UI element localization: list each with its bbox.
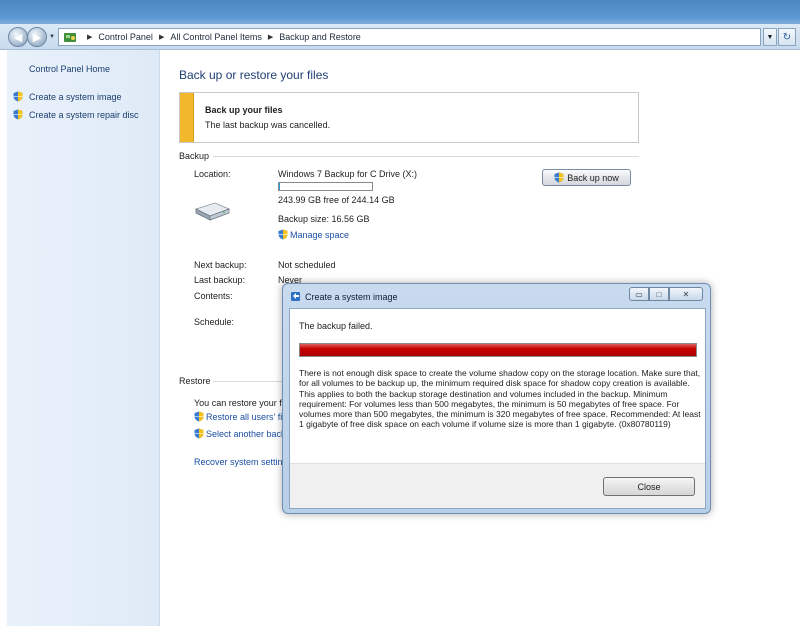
create-repair-disc-link[interactable]: Create a system repair disc — [13, 109, 139, 120]
address-dropdown-icon[interactable]: ▼ — [763, 28, 777, 46]
free-space-text: 243.99 GB free of 244.14 GB — [278, 195, 395, 205]
refresh-icon[interactable]: ↻ — [778, 28, 796, 46]
breadcrumb-separator[interactable]: ▶ — [159, 33, 164, 41]
select-another-backup-label: Select another back — [206, 428, 286, 439]
back-up-now-label: Back up now — [567, 172, 619, 183]
page-title: Back up or restore your files — [179, 68, 329, 82]
backup-failed-message: The backup failed. — [299, 321, 373, 331]
notice-text: The last backup was cancelled. — [205, 120, 331, 130]
create-system-image-label: Create a system image — [29, 91, 122, 102]
create-repair-disc-label: Create a system repair disc — [29, 109, 139, 120]
uac-shield-icon — [13, 91, 23, 102]
recover-system-settings-link[interactable]: Recover system settin — [194, 457, 283, 467]
manage-space-link[interactable]: Manage space — [278, 229, 349, 240]
address-bar-row: ◀ ▶ ▼ ▶ Control Panel ▶ All Control Pane… — [0, 24, 800, 50]
contents-label: Contents: — [194, 291, 233, 301]
create-system-image-dialog: Create a system image ▭ □ ✕ The backup f… — [282, 283, 711, 514]
schedule-label: Schedule: — [194, 317, 235, 327]
maximize-icon[interactable]: □ — [649, 287, 669, 301]
control-panel-icon — [63, 31, 77, 43]
uac-shield-icon — [194, 411, 204, 422]
select-another-backup-link[interactable]: Select another back — [194, 428, 286, 439]
system-image-icon — [290, 291, 301, 304]
back-up-now-button[interactable]: Back up now — [542, 169, 631, 186]
section-divider — [213, 381, 283, 382]
notice-title: Back up your files — [205, 105, 283, 115]
backup-progress-fill — [300, 344, 696, 356]
uac-shield-icon — [13, 109, 23, 120]
manage-space-label: Manage space — [290, 229, 350, 240]
create-system-image-link[interactable]: Create a system image — [13, 91, 122, 102]
restore-description: You can restore your f — [194, 398, 282, 408]
breadcrumb-backup-restore[interactable]: Backup and Restore — [279, 32, 361, 42]
dialog-titlebar[interactable]: Create a system image ▭ □ ✕ — [283, 284, 710, 308]
breadcrumb-all-items[interactable]: All Control Panel Items — [170, 32, 262, 42]
uac-shield-icon — [278, 229, 288, 240]
next-backup-value: Not scheduled — [278, 260, 336, 270]
backup-section-heading: Backup — [179, 151, 210, 161]
breadcrumb-control-panel[interactable]: Control Panel — [98, 32, 153, 42]
dialog-footer: Close — [290, 463, 705, 508]
uac-shield-icon — [554, 172, 564, 183]
history-dropdown-icon[interactable]: ▼ — [49, 34, 55, 40]
error-details-text: There is not enough disk space to create… — [299, 368, 701, 430]
location-value: Windows 7 Backup for C Drive (X:) — [278, 169, 418, 179]
restore-section-heading: Restore — [179, 376, 211, 386]
section-divider — [213, 156, 639, 157]
forward-arrow-icon[interactable]: ▶ — [27, 27, 47, 47]
disk-usage-bar — [278, 182, 373, 191]
control-panel-home-link[interactable]: Control Panel Home — [29, 64, 110, 74]
last-backup-label: Last backup: — [194, 275, 246, 285]
disk-usage-fill — [279, 183, 280, 190]
hard-drive-icon — [193, 200, 231, 226]
left-navigation-pane: Control Panel Home Create a system image… — [7, 50, 160, 626]
uac-shield-icon — [194, 428, 204, 439]
location-label: Location: — [194, 169, 231, 179]
breadcrumb-separator: ▶ — [87, 34, 93, 41]
close-icon[interactable]: ✕ — [669, 287, 703, 301]
back-arrow-icon[interactable]: ◀ — [8, 27, 28, 47]
backup-notice-panel: Back up your files The last backup was c… — [179, 92, 639, 143]
restore-all-users-label: Restore all users' fil — [206, 411, 285, 422]
address-bar[interactable]: ▶ Control Panel ▶ All Control Panel Item… — [58, 28, 761, 46]
minimize-icon[interactable]: ▭ — [629, 287, 649, 301]
restore-all-users-link[interactable]: Restore all users' fil — [194, 411, 284, 422]
close-button[interactable]: Close — [603, 477, 695, 496]
next-backup-label: Next backup: — [194, 260, 247, 270]
backup-size-text: Backup size: 16.56 GB — [278, 214, 370, 224]
dialog-title: Create a system image — [305, 292, 398, 302]
backup-progress-bar — [299, 343, 697, 357]
dialog-body: The backup failed. There is not enough d… — [289, 308, 706, 509]
notice-accent-bar — [180, 93, 194, 142]
breadcrumb-separator[interactable]: ▶ — [268, 33, 273, 41]
